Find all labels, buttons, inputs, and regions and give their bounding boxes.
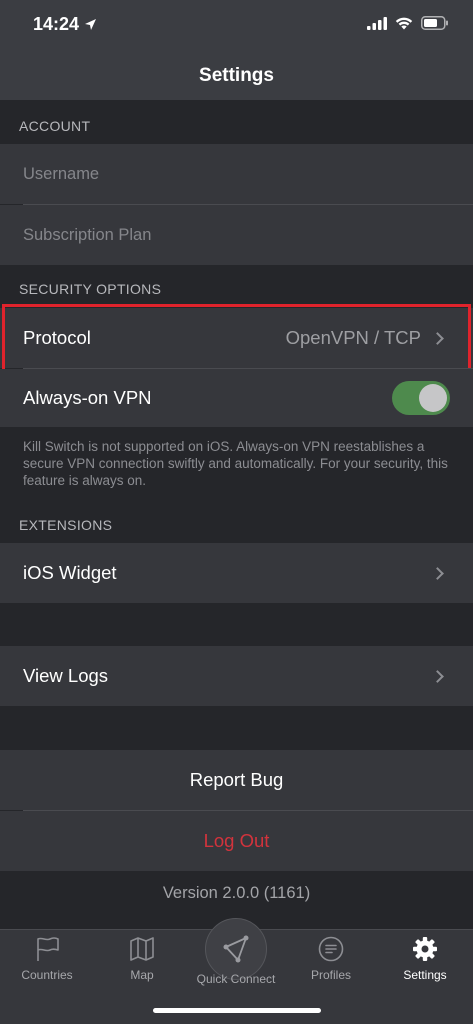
gear-icon <box>413 937 437 961</box>
location-arrow-icon <box>85 19 97 30</box>
report-bug-button[interactable]: Report Bug <box>0 750 473 810</box>
chevron-right-icon <box>431 669 444 683</box>
log-out-label: Log Out <box>203 830 270 851</box>
always-on-vpn-cell: Always-on VPN <box>0 369 473 427</box>
page-title: Settings <box>199 65 274 86</box>
report-bug-label: Report Bug <box>189 769 284 790</box>
subscription-plan-cell: Subscription Plan <box>0 205 473 265</box>
tab-label: Map <box>130 968 154 982</box>
signal-icon <box>367 16 387 30</box>
status-time-text: 14:24 <box>33 14 80 34</box>
flag-icon <box>37 937 59 961</box>
status-time: 14:24 <box>33 14 97 35</box>
tab-quick-connect[interactable]: Quick Connect <box>189 966 283 986</box>
section-header-account: ACCOUNT <box>19 118 91 134</box>
navigation-bar: Settings <box>0 52 473 100</box>
log-out-button[interactable]: Log Out <box>0 811 473 871</box>
ios-widget-cell[interactable]: iOS Widget <box>0 543 473 603</box>
always-on-vpn-note: Kill Switch is not supported on iOS. Alw… <box>23 439 448 488</box>
battery-icon <box>421 16 448 30</box>
quick-connect-icon <box>223 935 249 963</box>
toggle-knob <box>419 384 447 412</box>
view-logs-label: View Logs <box>23 665 109 686</box>
section-header-security: SECURITY OPTIONS <box>19 281 162 297</box>
tab-label: Settings <box>403 968 447 982</box>
tab-label: Profiles <box>310 968 351 982</box>
ios-widget-label: iOS Widget <box>23 562 117 583</box>
map-icon <box>130 937 154 961</box>
always-on-vpn-toggle[interactable] <box>392 381 450 415</box>
status-bar: 14:24 <box>0 0 473 52</box>
username-cell: Username <box>0 144 473 204</box>
wifi-icon <box>395 17 413 29</box>
always-on-vpn-label: Always-on VPN <box>23 387 152 408</box>
tab-map[interactable]: Map <box>95 936 189 982</box>
version-label: Version 2.0.0 (1161) <box>162 884 311 902</box>
view-logs-cell[interactable]: View Logs <box>0 646 473 706</box>
tab-label: Countries <box>21 968 73 982</box>
username-label: Username <box>23 164 100 183</box>
section-header-extensions: EXTENSIONS <box>19 517 113 533</box>
tab-settings[interactable]: Settings <box>378 936 472 982</box>
tab-countries[interactable]: Countries <box>0 936 94 982</box>
home-indicator <box>153 1008 321 1013</box>
profiles-icon <box>318 936 344 962</box>
subscription-plan-label: Subscription Plan <box>23 225 152 244</box>
chevron-right-icon <box>431 566 444 580</box>
tab-profiles[interactable]: Profiles <box>284 936 378 982</box>
status-icons <box>367 16 449 30</box>
protocol-highlight-box <box>2 304 471 372</box>
tab-label: Quick Connect <box>196 972 276 986</box>
